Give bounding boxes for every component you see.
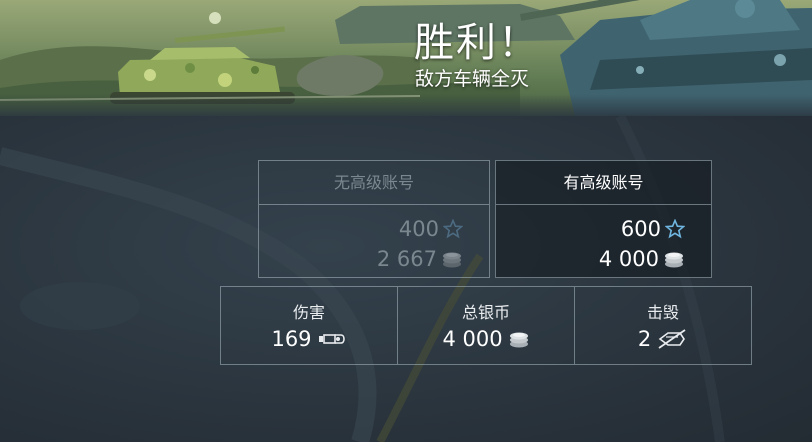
premium-silver-row: 4 000 xyxy=(599,247,685,271)
battle-stats: 伤害 169 总银币 4 000 击毁 2 xyxy=(220,286,752,365)
stat-kills: 击毁 2 xyxy=(575,287,751,364)
stat-total-silver: 总银币 4 000 xyxy=(398,287,575,364)
premium-experience-value: 600 xyxy=(620,217,661,241)
coin-stack-icon xyxy=(665,252,683,268)
damage-label: 伤害 xyxy=(292,303,325,322)
premium-account-card[interactable]: 有高级账号 600 4 000 xyxy=(495,160,712,278)
star-outline-icon xyxy=(443,219,463,239)
basic-silver-row: 2 667 xyxy=(377,247,463,271)
victory-subtitle: 敌方车辆全灭 xyxy=(415,68,530,90)
kills-value: 2 xyxy=(637,327,652,351)
left-tank xyxy=(110,26,295,104)
victory-banner: 胜利！ 敌方车辆全灭 xyxy=(0,0,812,116)
basic-experience-value: 400 xyxy=(398,217,439,241)
coin-stack-icon xyxy=(443,252,461,268)
damage-value: 169 xyxy=(271,327,312,351)
basic-silver-value: 2 667 xyxy=(376,247,437,271)
basic-account-card[interactable]: 无高级账号 400 2 667 xyxy=(258,160,490,278)
crossed-target-icon xyxy=(658,329,686,349)
banner-fade xyxy=(0,94,812,116)
coin-stack-icon xyxy=(509,332,528,348)
kills-label: 击毁 xyxy=(646,303,679,322)
basic-account-header: 无高级账号 xyxy=(259,161,489,205)
premium-experience-row: 600 xyxy=(621,217,685,241)
premium-account-header: 有高级账号 xyxy=(496,161,711,205)
basic-experience-row: 400 xyxy=(399,217,463,241)
stat-damage: 伤害 169 xyxy=(221,287,398,364)
star-outline-icon xyxy=(665,219,685,239)
premium-silver-value: 4 000 xyxy=(598,247,659,271)
shell-icon xyxy=(318,334,345,344)
victory-title: 胜利！ xyxy=(414,20,540,66)
total-silver-value: 4 000 xyxy=(442,327,503,351)
total-silver-label: 总银币 xyxy=(461,303,510,322)
